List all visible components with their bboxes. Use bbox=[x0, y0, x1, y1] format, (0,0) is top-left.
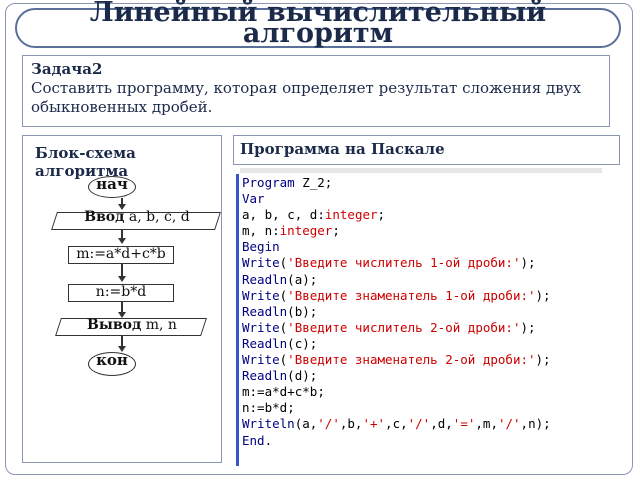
code-line: Readln(b); bbox=[242, 303, 318, 319]
code-line: End. bbox=[242, 432, 273, 448]
flowchart-calc-n-label: n:=b*d bbox=[95, 284, 147, 300]
code-line: Write('Введите знаменатель 2-ой дроби:')… bbox=[242, 352, 551, 368]
flowchart-input: Ввод a, b, c, d bbox=[62, 209, 212, 227]
code-line: Begin bbox=[242, 239, 280, 255]
code-line: a, b, c, d:integer; bbox=[242, 207, 386, 223]
code-listing: Program Z_2; Var a, b, c, d:integer; m, n:i… bbox=[242, 175, 602, 449]
code-line: Readln(d); bbox=[242, 368, 318, 384]
flowchart-input-vars: a, b, c, d bbox=[124, 209, 190, 225]
editor-top-bar bbox=[240, 168, 602, 173]
flowchart-start-label: нач bbox=[96, 175, 128, 193]
task-text: Составить программу, которая определяет … bbox=[31, 79, 581, 116]
code-line: Readln(a); bbox=[242, 271, 318, 287]
task-heading: Задача2 bbox=[31, 60, 103, 78]
flowchart-input-keyword: Ввод bbox=[84, 209, 125, 225]
task-box: Задача2 Составить программу, которая опр… bbox=[22, 55, 610, 127]
code-panel-title: Программа на Паскале bbox=[240, 140, 445, 158]
code-line: n:=b*d; bbox=[242, 400, 295, 416]
code-panel-header: Программа на Паскале bbox=[233, 135, 620, 165]
flowchart-end-label: кон bbox=[96, 351, 128, 369]
arrow-2 bbox=[118, 238, 126, 244]
code-line: Program Z_2; bbox=[242, 175, 333, 190]
flowchart-calc-m-label: m:=a*d+c*b bbox=[76, 246, 166, 262]
flowchart-panel-title: Блок-схема алгоритма bbox=[35, 144, 136, 180]
code-line: Var bbox=[242, 191, 265, 207]
flowchart-calc-n: n:=b*d bbox=[68, 284, 174, 302]
flowchart-end: кон bbox=[88, 352, 136, 376]
code-line: Write('Введите числитель 1-ой дроби:'); bbox=[242, 255, 536, 271]
code-line: Writeln(a,'/',b,'+',c,'/',d,'=',m,'/',n)… bbox=[242, 416, 551, 432]
code-line: Write('Введите знаменатель 1-ой дроби:')… bbox=[242, 287, 551, 303]
flowchart-output: Вывод m, n bbox=[62, 317, 202, 335]
editor-gutter-bar bbox=[236, 174, 239, 466]
arrow-3 bbox=[118, 276, 126, 282]
code-line: m, n:integer; bbox=[242, 223, 340, 239]
code-line: Readln(c); bbox=[242, 335, 318, 351]
flowchart-output-keyword: Вывод bbox=[87, 317, 142, 333]
page-title: Линейный вычислительный алгоритм bbox=[89, 0, 547, 49]
code-line: Write('Введите числитель 2-ой дроби:'); bbox=[242, 319, 536, 335]
code-line: m:=a*d+c*b; bbox=[242, 384, 325, 400]
flowchart-output-vars: m, n bbox=[141, 317, 177, 333]
flowchart-start: нач bbox=[88, 176, 136, 198]
flowchart-calc-m: m:=a*d+c*b bbox=[68, 246, 174, 264]
title-banner: Линейный вычислительный алгоритм bbox=[15, 0, 621, 48]
